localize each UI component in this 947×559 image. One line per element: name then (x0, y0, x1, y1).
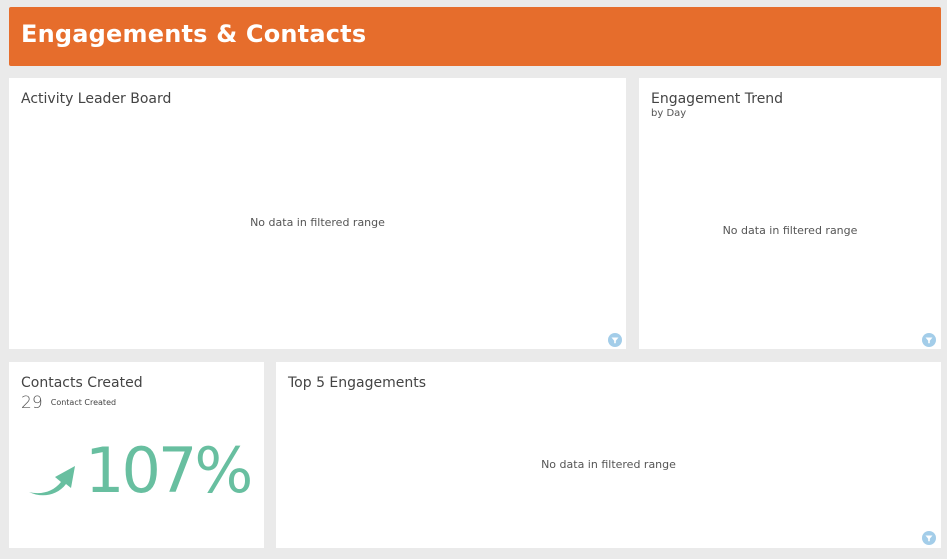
trend-up-arrow-icon (29, 466, 75, 496)
engagement-trend-title: Engagement Trend (651, 91, 784, 107)
engagement-trend-empty-message: No data in filtered range (722, 224, 858, 237)
contacts-created-change-percent: 107% (85, 434, 253, 507)
contacts-created-count-label: Contact Created (50, 398, 117, 407)
top-5-engagements-empty-message: No data in filtered range (541, 458, 676, 471)
dashboard-header: Engagements & Contacts (9, 7, 941, 66)
top-5-engagements-title: Top 5 Engagements (288, 375, 427, 391)
filter-icon[interactable] (608, 333, 622, 347)
top-5-engagements-card: Top 5 Engagements No data in filtered ra… (276, 362, 941, 548)
page-title: Engagements & Contacts (21, 20, 367, 48)
activity-leader-board-title: Activity Leader Board (21, 91, 172, 107)
engagement-trend-subtitle: by Day (651, 108, 687, 119)
contacts-created-count-row: 29 Contact Created (21, 393, 116, 413)
activity-leader-board-card: Activity Leader Board No data in filtere… (9, 78, 626, 349)
filter-icon[interactable] (922, 333, 936, 347)
contacts-created-card: Contacts Created 29 Contact Created 107% (9, 362, 264, 548)
activity-leader-board-empty-message: No data in filtered range (250, 216, 385, 229)
contacts-created-count: 29 (21, 393, 43, 413)
contacts-created-title: Contacts Created (21, 375, 143, 391)
engagement-trend-card: Engagement Trend by Day No data in filte… (639, 78, 941, 349)
filter-icon[interactable] (922, 531, 936, 545)
